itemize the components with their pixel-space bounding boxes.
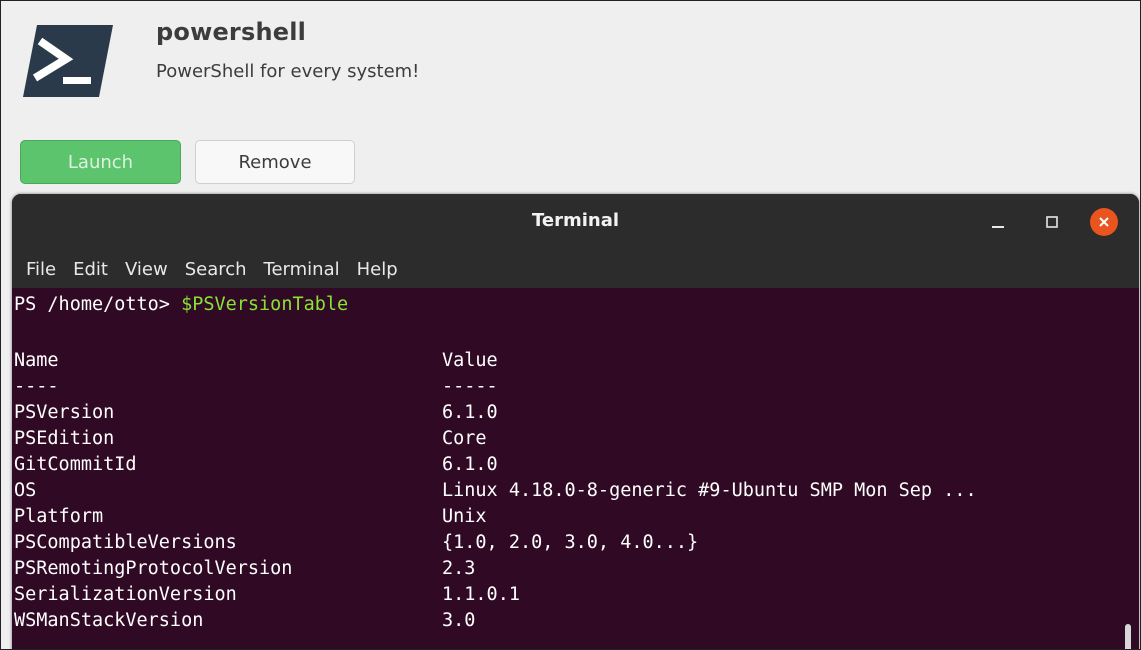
table-row: PSEdition Core	[14, 426, 487, 452]
terminal-menubar: File Edit View Search Terminal Help	[12, 250, 1139, 288]
menu-help[interactable]: Help	[357, 259, 398, 280]
table-row: WSManStackVersion 3.0	[14, 608, 475, 634]
row-value: 1.1.0.1	[442, 584, 520, 605]
launch-button[interactable]: Launch	[20, 140, 181, 184]
menu-view[interactable]: View	[125, 259, 168, 280]
row-name: PSVersion	[14, 402, 115, 423]
row-value: 6.1.0	[442, 402, 498, 423]
row-value: {1.0, 2.0, 3.0, 4.0...}	[442, 532, 699, 553]
minimize-icon[interactable]	[984, 208, 1012, 236]
menu-file[interactable]: File	[26, 259, 56, 280]
powershell-icon	[23, 25, 113, 97]
row-value: Core	[442, 428, 487, 449]
row-name: PSEdition	[14, 428, 115, 449]
remove-button[interactable]: Remove	[195, 140, 355, 184]
close-icon[interactable]	[1090, 208, 1118, 236]
row-value: Unix	[442, 506, 487, 527]
table-row: GitCommitId 6.1.0	[14, 452, 498, 478]
row-name: Platform	[14, 506, 104, 527]
table-row: PSCompatibleVersions {1.0, 2.0, 3.0, 4.0.…	[14, 530, 698, 556]
header-value: Value	[442, 350, 498, 371]
screen: powershell PowerShell for every system! …	[0, 0, 1141, 650]
prompt-text: PS /home/otto>	[14, 294, 182, 315]
terminal-output[interactable]: PS /home/otto> $PSVersionTable Name Value…	[12, 288, 1139, 649]
table-row: Platform Unix	[14, 504, 487, 530]
header-name: Name	[14, 350, 59, 371]
divider-value: -----	[442, 376, 498, 397]
terminal-title: Terminal	[531, 210, 620, 231]
table-row: OS Linux 4.18.0-8-generic #9-Ubuntu SMP M…	[14, 478, 977, 504]
row-name: GitCommitId	[14, 454, 137, 475]
app-subtitle: PowerShell for every system!	[156, 61, 420, 82]
maximize-icon[interactable]	[1038, 208, 1066, 236]
row-value: 3.0	[442, 610, 476, 631]
prompt-command: $PSVersionTable	[181, 294, 349, 315]
menu-search[interactable]: Search	[185, 259, 247, 280]
row-value: 6.1.0	[442, 454, 498, 475]
row-name: WSManStackVersion	[14, 610, 204, 631]
menu-edit[interactable]: Edit	[73, 259, 108, 280]
row-name: OS	[14, 480, 37, 501]
terminal-titlebar[interactable]: Terminal	[12, 194, 1139, 250]
row-value: Linux 4.18.0-8-generic #9-Ubuntu SMP Mon…	[442, 480, 977, 501]
row-value: 2.3	[442, 558, 476, 579]
table-row: PSVersion 6.1.0	[14, 400, 498, 426]
row-name: SerializationVersion	[14, 584, 237, 605]
row-name: PSCompatibleVersions	[14, 532, 237, 553]
terminal-scrollbar[interactable]	[1125, 624, 1131, 649]
divider-name: ----	[14, 376, 59, 397]
table-header: Name Value	[14, 348, 498, 374]
terminal-window[interactable]: Terminal File Edit View Search Terminal …	[12, 194, 1139, 649]
table-row: PSRemotingProtocolVersion 2.3	[14, 556, 475, 582]
prompt-line: PS /home/otto> $PSVersionTable	[14, 292, 348, 318]
app-title: powershell	[156, 18, 307, 46]
table-divider: ---- -----	[14, 374, 498, 400]
menu-terminal[interactable]: Terminal	[264, 259, 340, 280]
table-row: SerializationVersion 1.1.0.1	[14, 582, 520, 608]
row-name: PSRemotingProtocolVersion	[14, 558, 293, 579]
